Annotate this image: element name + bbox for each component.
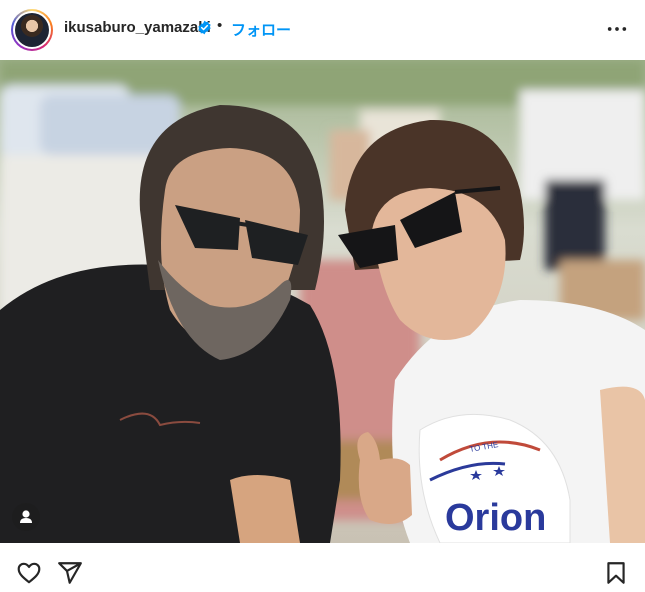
more-options-icon[interactable] bbox=[606, 18, 628, 40]
follow-button[interactable]: フォロー bbox=[231, 19, 291, 40]
share-icon[interactable] bbox=[57, 560, 83, 586]
avatar-story-ring[interactable] bbox=[11, 9, 53, 51]
post-header: ikusaburo_yamazaki • フォロー bbox=[0, 0, 645, 60]
post-photo[interactable]: Orion TO THE bbox=[0, 60, 645, 543]
username-link[interactable]: ikusaburo_yamazaki bbox=[64, 19, 211, 36]
action-bar bbox=[0, 543, 645, 592]
avatar[interactable] bbox=[15, 13, 49, 47]
shirt-print-text: Orion bbox=[445, 497, 546, 539]
bookmark-icon[interactable] bbox=[603, 560, 629, 586]
verified-badge-icon bbox=[198, 20, 211, 35]
heart-icon[interactable] bbox=[16, 560, 42, 586]
photo-illustration: Orion TO THE bbox=[0, 60, 645, 543]
user-tag-button[interactable] bbox=[12, 503, 40, 531]
user-tag-icon bbox=[20, 510, 32, 523]
separator-dot: • bbox=[217, 17, 223, 34]
